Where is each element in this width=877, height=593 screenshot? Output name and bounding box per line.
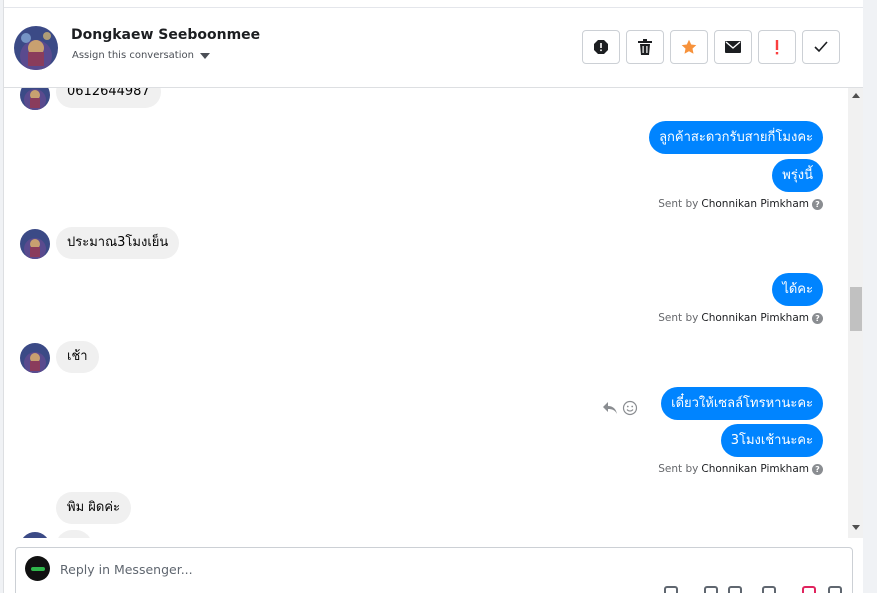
message-bubble-outgoing: พรุ่งนี้: [772, 159, 823, 192]
sent-by-prefix: Sent by: [658, 463, 699, 475]
reply-icon[interactable]: [602, 401, 618, 415]
scroll-thumb[interactable]: [850, 287, 862, 331]
assign-conversation-dropdown[interactable]: Assign this conversation: [72, 50, 210, 61]
scroll-up-arrow-icon[interactable]: [852, 93, 860, 98]
star-button[interactable]: [670, 30, 708, 64]
more-icon[interactable]: [828, 586, 842, 593]
sent-by-note: Sent by Chonnikan Pimkham ?: [658, 198, 823, 210]
check-icon: [814, 41, 828, 53]
message-bubble-incoming: ประมาณ3โมงเย็น: [56, 227, 180, 259]
image-icon[interactable]: [728, 586, 742, 593]
contact-avatar[interactable]: [14, 26, 58, 70]
mail-icon: [725, 41, 741, 53]
sent-by-name[interactable]: Chonnikan Pimkham: [701, 312, 809, 324]
reply-input[interactable]: [60, 558, 660, 580]
mark-important-button[interactable]: [758, 30, 796, 64]
message-hover-actions: [602, 400, 638, 416]
delete-button[interactable]: [626, 30, 664, 64]
gif-icon[interactable]: [704, 586, 718, 593]
emoji-icon[interactable]: [762, 586, 776, 593]
contact-avatar-small: [20, 343, 50, 373]
important-icon: [775, 40, 779, 55]
mark-unread-button[interactable]: [714, 30, 752, 64]
message-bubble-incoming: พิม ผิดค่ะ: [56, 492, 132, 524]
sent-by-prefix: Sent by: [658, 312, 699, 324]
contact-name: Dongkaew Seeboonmee: [71, 27, 261, 43]
thread-scrollbar[interactable]: [848, 88, 863, 538]
conversation-panel: Dongkaew Seeboonmee Assign this conversa…: [3, 0, 863, 593]
sent-by-prefix: Sent by: [658, 198, 699, 210]
spam-icon: [594, 40, 608, 54]
saved-reply-icon[interactable]: [802, 586, 816, 593]
reply-composer: [15, 547, 853, 593]
assign-label: Assign this conversation: [72, 50, 194, 61]
message-bubble-outgoing: เดี๋ยวให้เซลล์โทรหานะคะ: [661, 387, 823, 420]
attach-icon[interactable]: [664, 586, 678, 593]
message-bubble-incoming: เช้า: [56, 341, 99, 373]
trash-icon: [638, 39, 652, 55]
page-logo-avatar: [25, 556, 50, 581]
help-icon[interactable]: ?: [812, 463, 823, 475]
help-icon[interactable]: ?: [812, 198, 823, 210]
mark-spam-button[interactable]: [582, 30, 620, 64]
conversation-header: Dongkaew Seeboonmee Assign this conversa…: [4, 8, 863, 88]
star-icon: [681, 39, 697, 54]
message-thread[interactable]: 0612644987 ลูกค้าสะดวกรับสายกี่โมงคะ พรุ…: [4, 88, 848, 538]
contact-avatar-small: [20, 532, 50, 538]
message-bubble-outgoing: ลูกค้าสะดวกรับสายกี่โมงคะ: [649, 121, 823, 154]
sent-by-note: Sent by Chonnikan Pimkham ?: [658, 312, 823, 324]
sent-by-name[interactable]: Chonnikan Pimkham: [701, 198, 809, 210]
sent-by-note: Sent by Chonnikan Pimkham ?: [658, 463, 823, 475]
message-bubble-incoming: 0612644987: [56, 88, 161, 108]
header-actions: [582, 30, 840, 64]
scroll-down-arrow-icon[interactable]: [852, 525, 860, 530]
emoji-reaction-icon[interactable]: [622, 400, 638, 416]
contact-avatar-small: [20, 229, 50, 259]
message-bubble-incoming-partial: [56, 530, 92, 538]
help-icon[interactable]: ?: [812, 312, 823, 324]
message-bubble-outgoing: 3โมงเช้านะคะ: [720, 424, 823, 457]
mark-done-button[interactable]: [802, 30, 840, 64]
contact-avatar-small: [20, 88, 50, 110]
caret-down-icon: [199, 52, 210, 59]
sent-by-name[interactable]: Chonnikan Pimkham: [701, 463, 809, 475]
message-bubble-outgoing: ได้คะ: [772, 273, 823, 306]
